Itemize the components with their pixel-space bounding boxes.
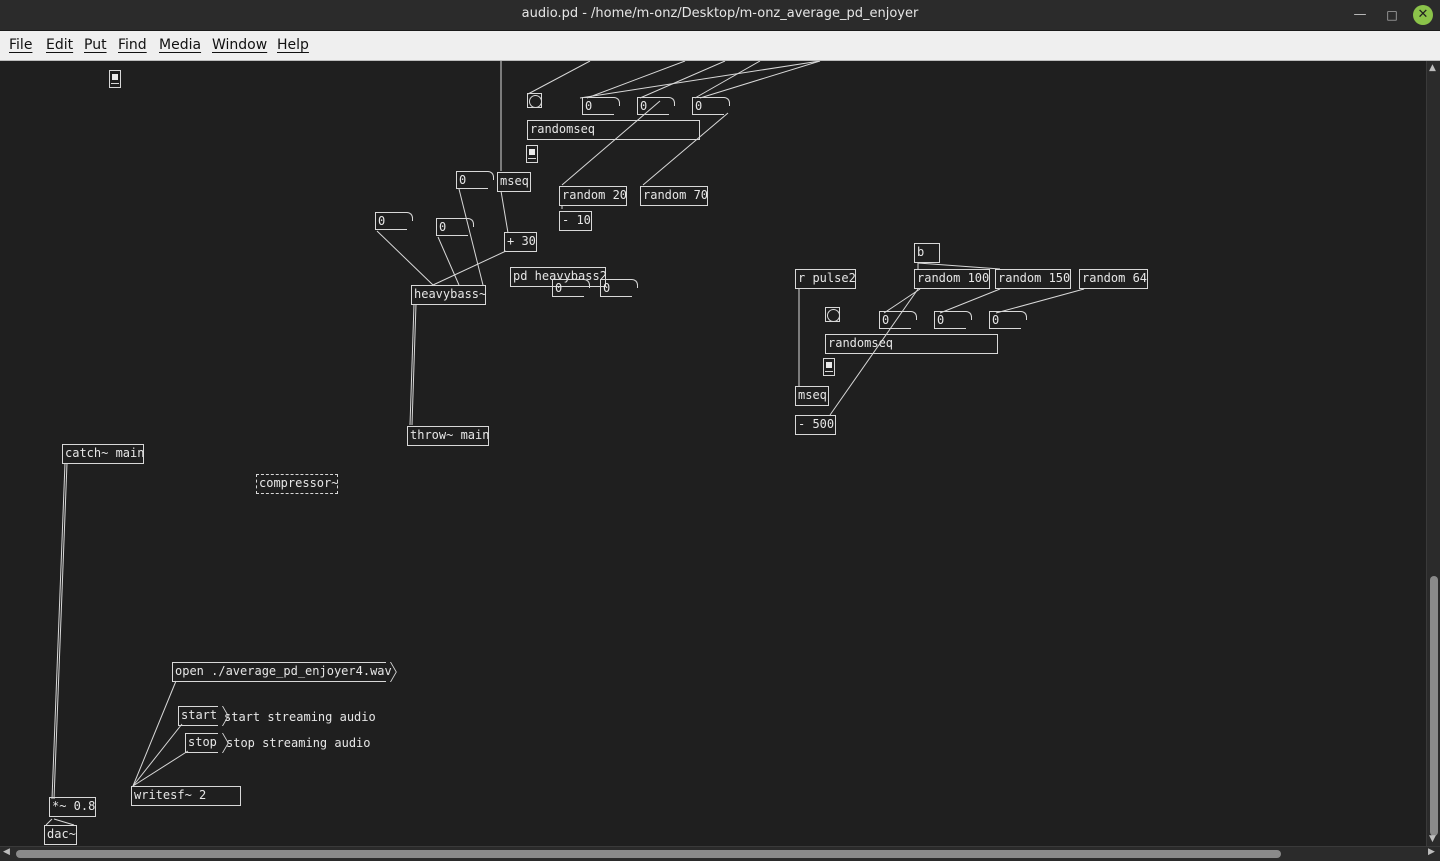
random-object[interactable]: random 70 <box>640 186 708 206</box>
number-box[interactable]: 0 <box>436 218 474 236</box>
window-title: audio.pd - /home/m-onz/Desktop/m-onz_ave… <box>521 6 919 21</box>
menu-window[interactable]: Window <box>212 37 267 53</box>
heavybass-object[interactable]: heavybass~ <box>411 285 486 305</box>
scroll-left-icon[interactable]: ◀ <box>3 847 10 857</box>
dac-object[interactable]: dac~ <box>44 825 77 845</box>
number-box[interactable]: 0 <box>552 279 590 297</box>
number-box[interactable]: 0 <box>582 97 620 115</box>
catch-object[interactable]: catch~ main <box>62 444 144 464</box>
randomseq-object[interactable]: randomseq <box>825 334 998 354</box>
compressor-object[interactable]: compressor~ <box>256 474 338 494</box>
scroll-thumb[interactable] <box>1430 576 1438 836</box>
toggle-randomseq[interactable] <box>526 145 538 163</box>
number-box[interactable]: 0 <box>600 279 638 297</box>
scroll-thumb[interactable] <box>16 850 1281 858</box>
title-bar: audio.pd - /home/m-onz/Desktop/m-onz_ave… <box>0 0 1440 31</box>
vertical-scrollbar[interactable]: ▲ ▼ <box>1426 61 1440 846</box>
horizontal-scrollbar[interactable]: ◀ ▶ <box>0 846 1440 861</box>
stop-message[interactable]: stop <box>185 733 218 753</box>
menu-put[interactable]: Put <box>84 37 107 53</box>
plus-object[interactable]: + 30 <box>504 232 537 252</box>
number-box[interactable]: 0 <box>456 171 494 189</box>
number-box[interactable]: 0 <box>637 97 675 115</box>
number-box[interactable]: 0 <box>989 311 1027 329</box>
random-object[interactable]: random 150 <box>995 269 1071 289</box>
number-box[interactable]: 0 <box>934 311 972 329</box>
receive-object[interactable]: r pulse2 <box>795 269 856 289</box>
mseq-object[interactable]: mseq <box>497 172 531 192</box>
multiply-object[interactable]: *~ 0.8 <box>49 797 96 817</box>
minus-object[interactable]: - 500 <box>795 415 836 435</box>
minimize-button[interactable]: — <box>1350 5 1370 25</box>
patch-cords <box>45 61 1085 826</box>
bang-right[interactable] <box>825 307 840 322</box>
writesf-object[interactable]: writesf~ 2 <box>131 786 241 806</box>
menu-edit[interactable]: Edit <box>46 37 73 53</box>
number-box[interactable]: 0 <box>692 97 730 115</box>
toggle-dsp[interactable] <box>109 70 121 88</box>
minus-object[interactable]: - 10 <box>559 211 592 231</box>
scroll-up-icon[interactable]: ▲ <box>1429 63 1436 73</box>
scroll-down-icon[interactable]: ▼ <box>1429 834 1436 844</box>
stop-comment: stop streaming audio <box>226 736 371 750</box>
menu-find[interactable]: Find <box>118 37 147 53</box>
random-object[interactable]: random 100 <box>914 269 990 289</box>
open-message[interactable]: open ./average_pd_enjoyer4.wav <box>172 662 392 682</box>
menu-media[interactable]: Media <box>159 37 201 53</box>
start-comment: start streaming audio <box>224 710 376 724</box>
mseq-object[interactable]: mseq <box>795 386 829 406</box>
menu-bar: File Edit Put Find Media Window Help <box>0 31 1440 61</box>
menu-file[interactable]: File <box>9 37 32 53</box>
patch-canvas[interactable]: 0 0 0 randomseq 0 mseq random 20 random … <box>0 61 1426 846</box>
number-box[interactable]: 0 <box>375 212 413 230</box>
maximize-button[interactable]: □ <box>1382 5 1402 25</box>
random-object[interactable]: random 64 <box>1079 269 1148 289</box>
scroll-right-icon[interactable]: ▶ <box>1428 847 1435 857</box>
toggle-randomseq-right[interactable] <box>823 358 835 376</box>
throw-object[interactable]: throw~ main <box>407 426 489 446</box>
random-object[interactable]: random 20 <box>559 186 627 206</box>
close-button[interactable]: ✕ <box>1413 5 1433 25</box>
start-message[interactable]: start <box>178 706 218 726</box>
bang-top[interactable] <box>527 93 542 108</box>
menu-help[interactable]: Help <box>277 37 309 53</box>
number-box[interactable]: 0 <box>879 311 917 329</box>
randomseq-object[interactable]: randomseq <box>527 120 700 140</box>
b-object[interactable]: b <box>914 243 940 263</box>
